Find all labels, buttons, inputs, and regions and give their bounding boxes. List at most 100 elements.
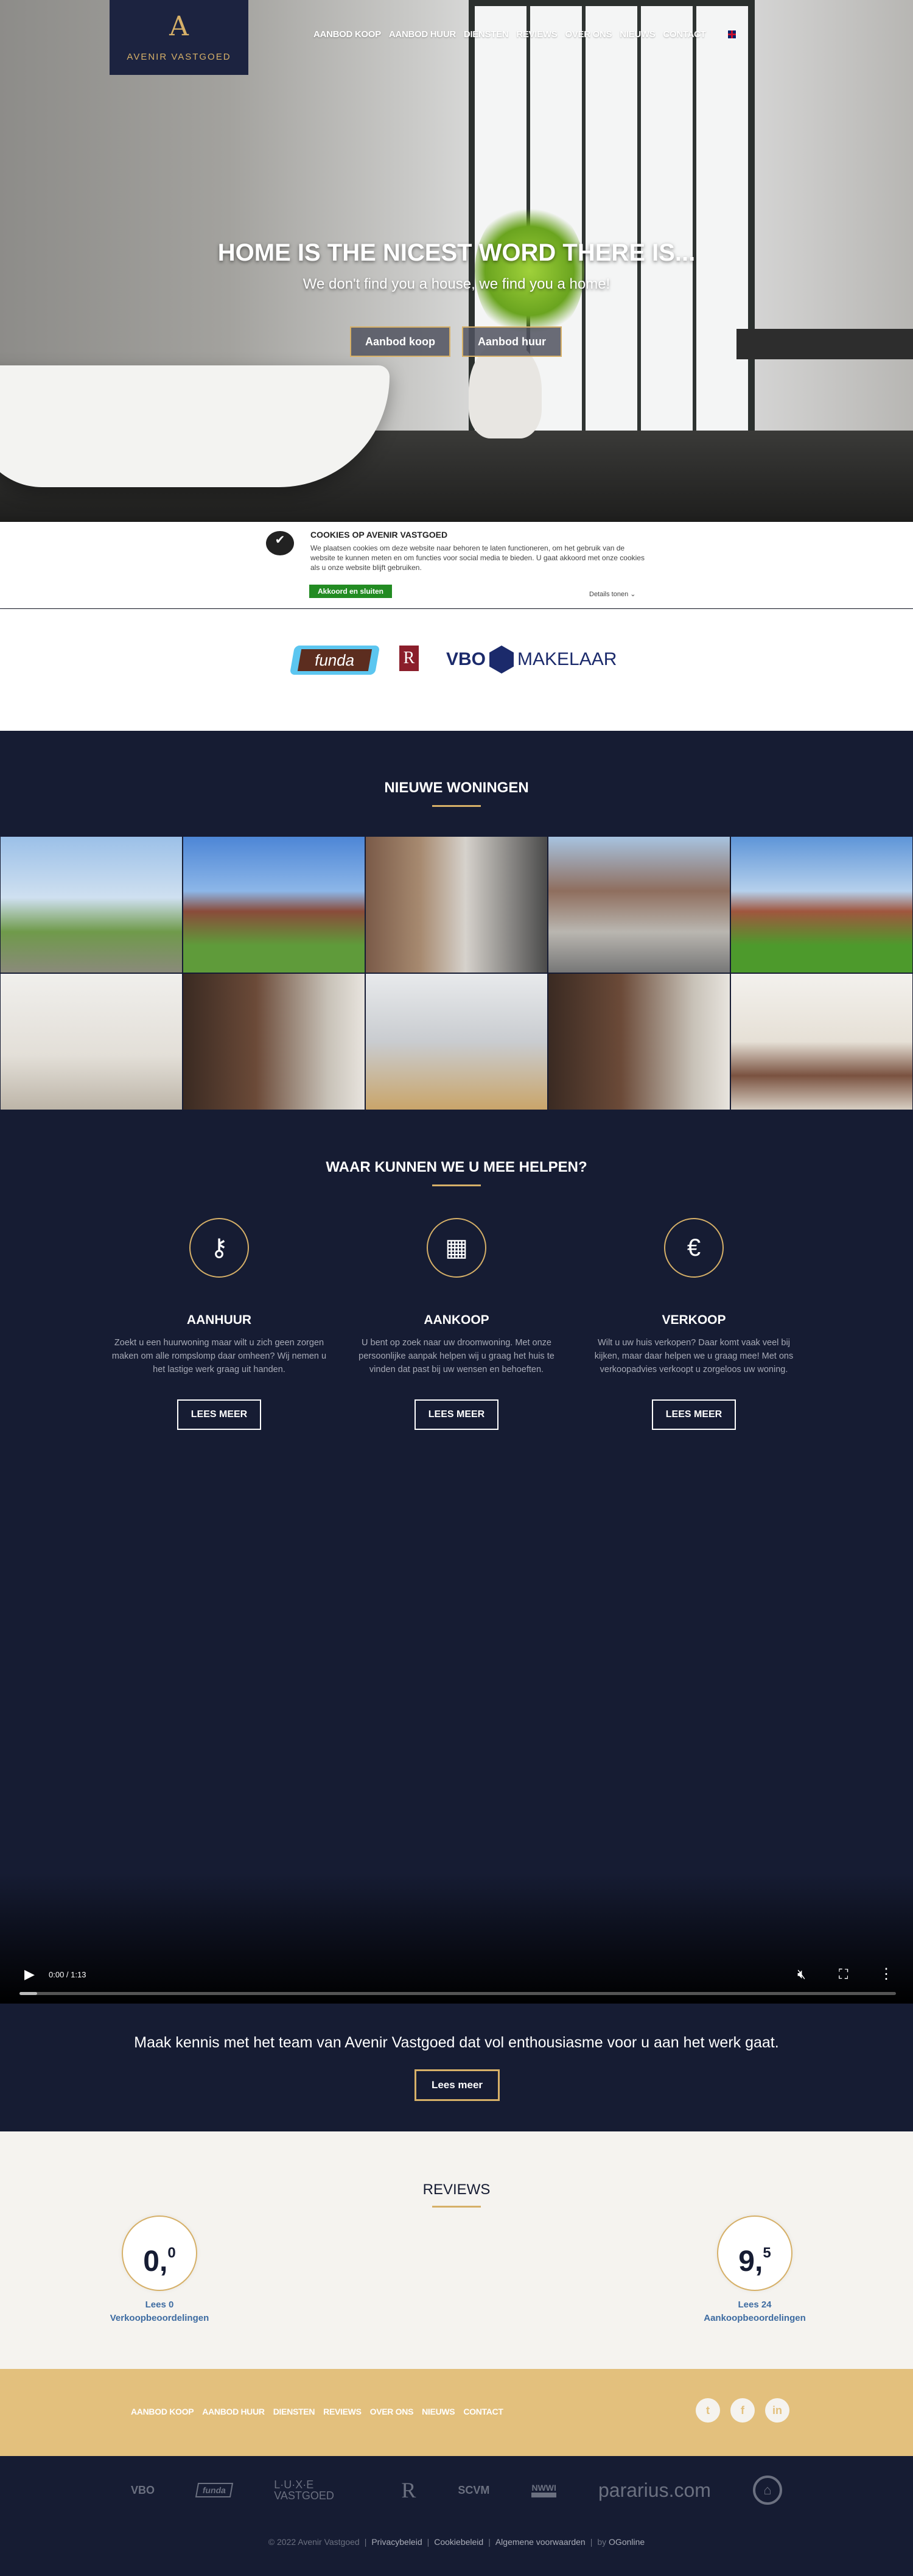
by-text: by — [597, 2537, 607, 2547]
funda-logo[interactable]: funda — [289, 646, 380, 675]
buildings-icon: ▦ — [427, 1218, 486, 1278]
nav-over-ons[interactable]: OVER ONS — [565, 29, 612, 40]
register-logo[interactable]: R — [399, 646, 419, 671]
footer-nav-aanbod-koop[interactable]: AANBOD KOOP — [131, 2407, 194, 2416]
nwwi-logo[interactable]: NWWI — [531, 2483, 556, 2497]
lees-meer-button[interactable]: LEES MEER — [415, 1399, 498, 1430]
twitter-icon[interactable]: t — [696, 2398, 720, 2423]
details-toggle[interactable]: Details tonen ⌄ — [589, 590, 636, 598]
ogonline-link[interactable]: OGonline — [609, 2537, 645, 2547]
fullscreen-icon[interactable]: ⛶ — [839, 1966, 848, 1982]
service-aanhuur: ⚷ AANHUUR Zoekt u een huurwoning maar wi… — [103, 1218, 335, 1430]
lees-meer-button[interactable]: LEES MEER — [652, 1399, 736, 1430]
score-dec: 0 — [167, 2245, 176, 2261]
cookie-title: COOKIES OP AVENIR VASTGOED — [310, 530, 448, 540]
review-link-line2: Verkoopbeoordelingen — [110, 2313, 209, 2323]
cookie-text: We plaatsen cookies om deze website naar… — [310, 544, 645, 572]
pararius-logo[interactable]: pararius.com — [598, 2479, 711, 2502]
home-photo[interactable] — [730, 836, 913, 973]
home-photo[interactable] — [0, 836, 183, 973]
funda-footer-logo[interactable]: funda — [195, 2483, 234, 2497]
service-text: Zoekt u een huurwoning maar wilt u zich … — [111, 1338, 327, 1374]
vbo-logo[interactable]: VBO MAKELAAR — [446, 646, 617, 674]
footer-nav-nieuws[interactable]: NIEUWS — [422, 2407, 455, 2416]
score-int: 0, — [143, 2245, 168, 2278]
nav-diensten[interactable]: DIENSTEN — [464, 29, 509, 40]
register-footer-logo[interactable]: R — [401, 2477, 416, 2503]
main-nav: AANBOD KOOP AANBOD HUUR DIENSTEN REVIEWS… — [313, 29, 736, 40]
logo-monogram-icon: A — [169, 11, 189, 42]
review-link[interactable]: Lees 0 Verkoopbeoordelingen — [86, 2298, 233, 2325]
home-photo[interactable] — [0, 973, 183, 1110]
facebook-icon[interactable]: f — [730, 2398, 755, 2423]
home-photo[interactable] — [183, 973, 365, 1110]
nav-aanbod-koop[interactable]: AANBOD KOOP — [313, 29, 381, 40]
new-homes-grid — [0, 836, 913, 1110]
aanbod-koop-button[interactable]: Aanbod koop — [350, 326, 450, 357]
review-link-line1: Lees 0 — [145, 2300, 174, 2310]
luxe-vastgoed-logo[interactable]: L·U·X·E VASTGOED — [274, 2479, 359, 2501]
home-photo[interactable] — [365, 973, 548, 1110]
accept-cookies-button[interactable]: Akkoord en sluiten — [309, 585, 392, 598]
hero-plant — [475, 201, 584, 341]
key-icon: ⚷ — [189, 1218, 249, 1278]
nav-contact[interactable]: CONTACT — [663, 29, 705, 40]
more-options-icon[interactable]: ⋮ — [879, 1965, 894, 1983]
home-photo[interactable] — [548, 836, 730, 973]
footer-nav-aanbod-huur[interactable]: AANBOD HUUR — [202, 2407, 265, 2416]
aanbod-huur-button[interactable]: Aanbod huur — [462, 326, 562, 357]
uk-flag-icon[interactable] — [727, 30, 736, 39]
home-photo[interactable] — [365, 836, 548, 973]
hero-bathtub — [0, 365, 390, 487]
terms-link[interactable]: Algemene voorwaarden — [495, 2537, 586, 2547]
cookie-banner: ✔ COOKIES OP AVENIR VASTGOED We plaatsen… — [0, 522, 913, 608]
site-logo[interactable]: A AVENIR VASTGOED — [110, 0, 248, 75]
service-title: VERKOOP — [662, 1313, 726, 1327]
video-progress-bar[interactable] — [19, 1992, 896, 1995]
review-link-line2: Aankoopbeoordelingen — [704, 2313, 806, 2323]
footer-nav-over-ons[interactable]: OVER ONS — [370, 2407, 414, 2416]
vbo-house-icon — [489, 646, 514, 674]
team-video[interactable] — [0, 1462, 913, 2004]
service-text: U bent op zoek naar uw droomwoning. Met … — [359, 1338, 554, 1374]
footer-nav-contact[interactable]: CONTACT — [463, 2407, 503, 2416]
home-photo[interactable] — [183, 836, 365, 973]
linkedin-icon[interactable]: in — [765, 2398, 789, 2423]
chevron-down-icon: ⌄ — [630, 591, 636, 598]
scvm-logo[interactable]: SCVM — [458, 2484, 489, 2497]
score-int: 9, — [738, 2245, 763, 2278]
footer-nav-reviews[interactable]: REVIEWS — [323, 2407, 362, 2416]
home-icon[interactable]: ⌂ — [752, 2476, 782, 2505]
service-aankoop: ▦ AANKOOP U bent op zoek naar uw droomwo… — [341, 1218, 572, 1430]
logo-text: AVENIR VASTGOED — [127, 52, 231, 62]
title-underline — [432, 805, 481, 807]
home-photo[interactable] — [548, 973, 730, 1110]
review-link[interactable]: Lees 24 Aankoopbeoordelingen — [682, 2298, 828, 2325]
nav-aanbod-huur[interactable]: AANBOD HUUR — [389, 29, 456, 40]
cookie-policy-link[interactable]: Cookiebeleid — [434, 2537, 483, 2547]
team-text: Maak kennis met het team van Avenir Vast… — [134, 2034, 779, 2051]
partners-section: funda R VBO MAKELAAR — [0, 609, 913, 731]
funda-logo-text: funda — [297, 649, 373, 671]
home-photo[interactable] — [730, 973, 913, 1110]
lees-meer-button[interactable]: LEES MEER — [177, 1399, 261, 1430]
service-title: AANHUUR — [186, 1313, 252, 1327]
details-label: Details tonen — [589, 591, 629, 598]
video-progress-fill — [19, 1992, 37, 1995]
nav-nieuws[interactable]: NIEUWS — [620, 29, 656, 40]
footer-nav-diensten[interactable]: DIENSTEN — [273, 2407, 315, 2416]
vbo-footer-logo[interactable]: VBO — [131, 2484, 155, 2497]
play-icon[interactable]: ▶ — [24, 1966, 35, 1982]
reviews-title: REVIEWS — [422, 2181, 491, 2198]
nav-reviews[interactable]: REVIEWS — [516, 29, 557, 40]
team-lees-meer-button[interactable]: Lees meer — [415, 2069, 500, 2101]
copyright-text: © 2022 Avenir Vastgoed — [268, 2537, 360, 2547]
service-verkoop: € VERKOOP Wilt u uw huis verkopen? Daar … — [578, 1218, 810, 1430]
vbo-suffix: MAKELAAR — [517, 649, 617, 669]
privacy-link[interactable]: Privacybeleid — [371, 2537, 422, 2547]
muted-icon[interactable]: 🔇︎ — [797, 1966, 806, 1982]
footer-nav: AANBOD KOOP AANBOD HUUR DIENSTEN REVIEWS… — [131, 2407, 503, 2416]
cookie-check-icon: ✔ — [266, 531, 294, 555]
video-time: 0:00 / 1:13 — [49, 1970, 86, 1979]
service-title: AANKOOP — [424, 1313, 489, 1327]
